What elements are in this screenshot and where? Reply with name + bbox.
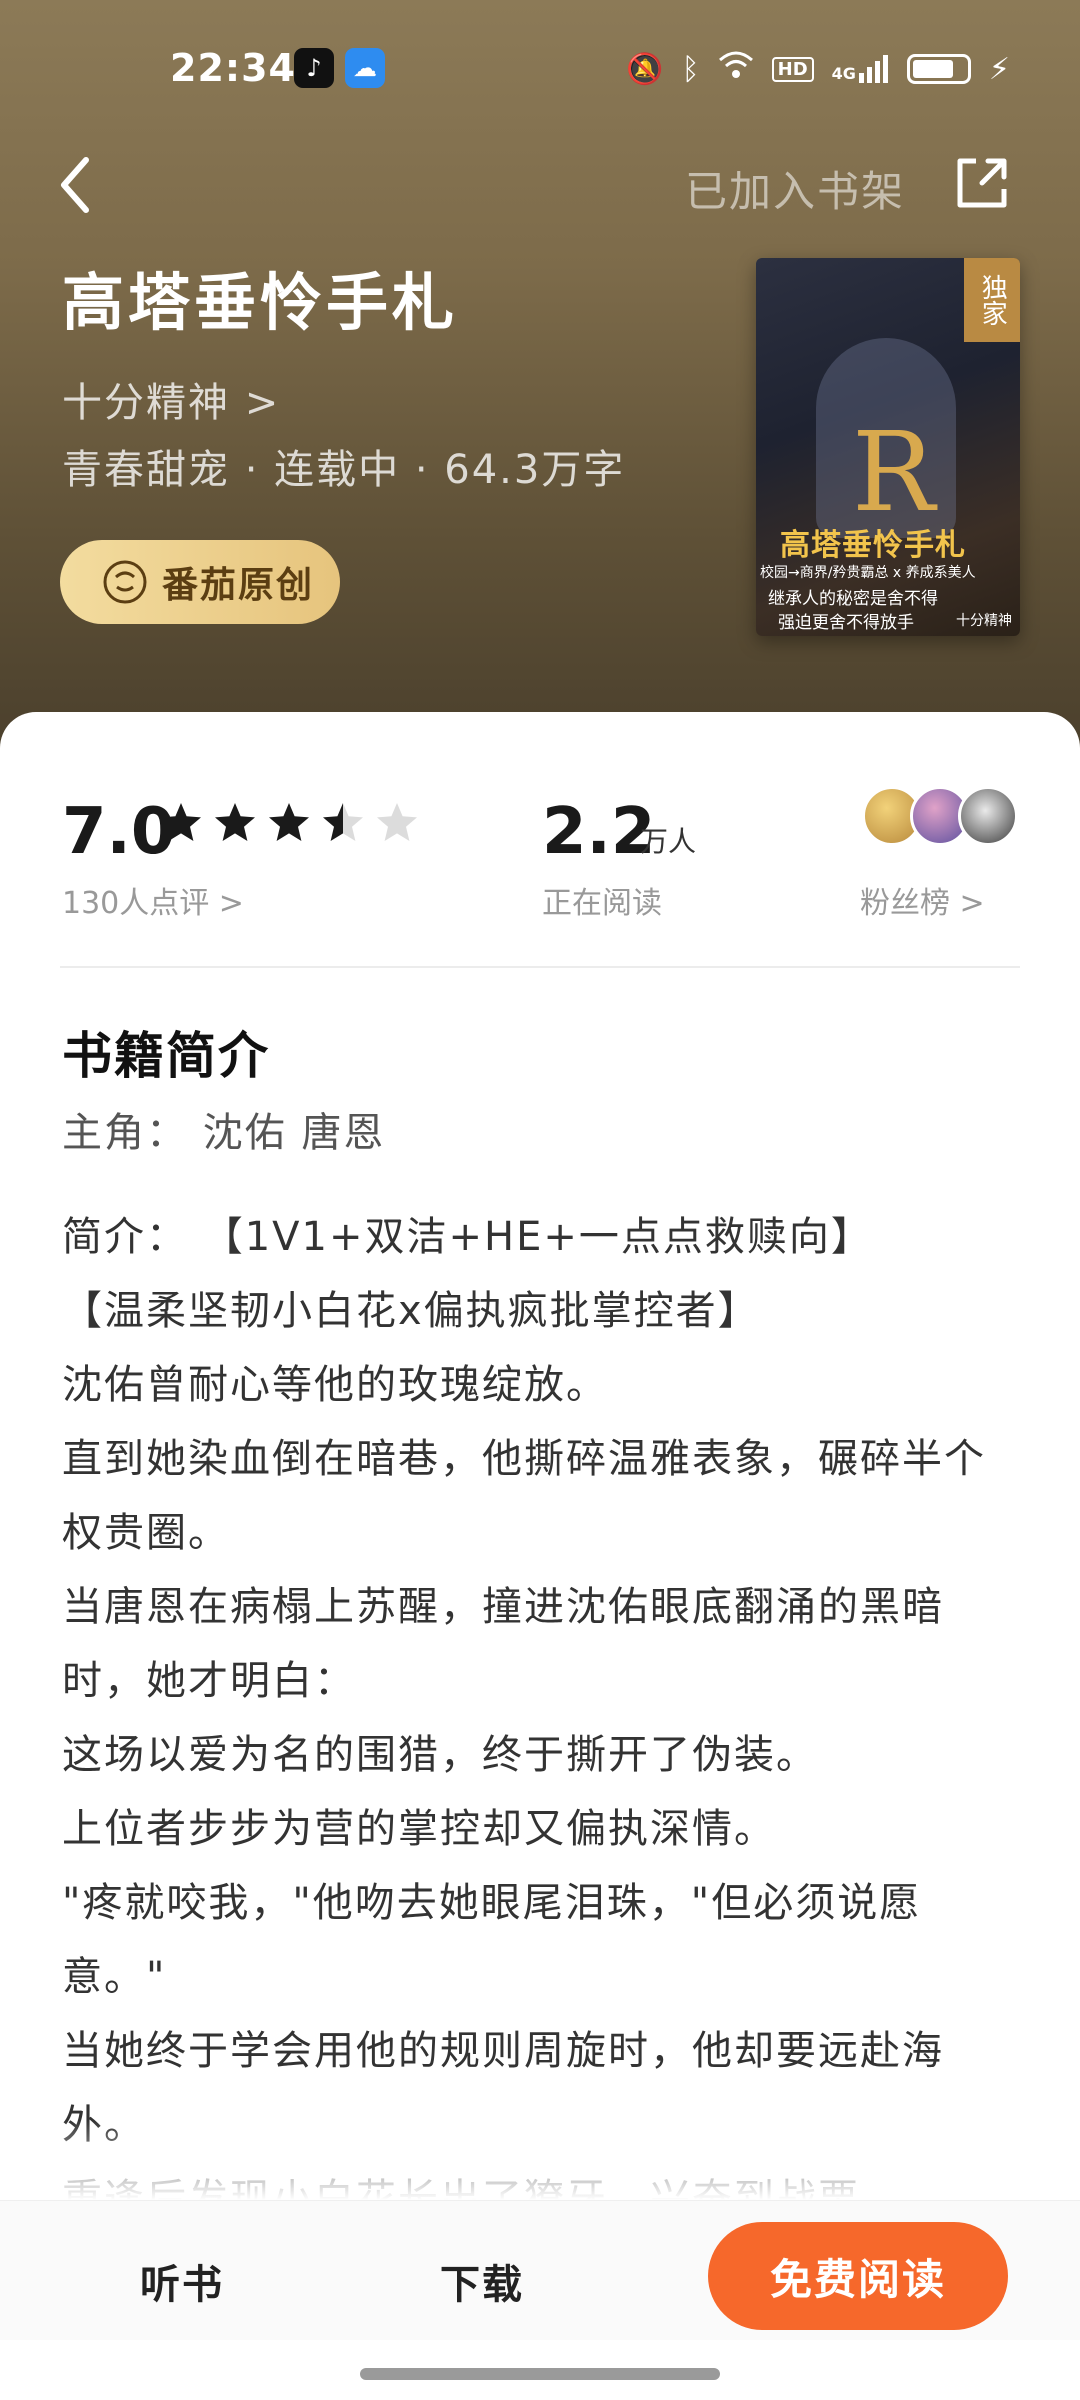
rating-stars — [158, 800, 420, 846]
readers-label: 正在阅读 — [542, 886, 662, 921]
home-indicator[interactable] — [360, 2368, 720, 2380]
status-time: 22:34 — [170, 46, 296, 90]
status-bar: 22:34 ♪ ☁ 🔕 ᛒ HD 4G ⚡ — [0, 40, 1080, 100]
synopsis-line: 【温柔坚韧小白花x偏执疯批掌控者】 — [62, 1288, 760, 1334]
rating-count-link[interactable]: 130人点评 > — [62, 878, 244, 922]
chevron-left-icon — [61, 157, 89, 213]
status-icons: 🔕 ᛒ HD 4G ⚡ — [626, 50, 1010, 88]
book-cover[interactable]: R 独家 高塔垂怜手札 校园→商界/矜贵霸总 x 养成系美人 继承人的秘密是舍不… — [756, 258, 1020, 636]
cover-author: 十分精神 — [956, 613, 1012, 629]
network-type: 4G — [831, 64, 856, 83]
listen-button[interactable]: 听书 — [140, 2252, 224, 2310]
wifi-icon — [718, 50, 754, 88]
fans-ranking-link[interactable]: 粉丝榜 > — [860, 878, 985, 922]
signal-icon: 4G — [832, 55, 889, 83]
text-fade — [0, 2120, 1080, 2200]
cover-tagline-3: 强迫更舍不得放手 — [778, 613, 914, 633]
cover-title: 高塔垂怜手札 — [780, 528, 966, 563]
free-read-button[interactable]: 免费阅读 — [708, 2222, 1008, 2330]
exclusive-tag: 独家 — [964, 258, 1020, 342]
star-icon — [161, 803, 201, 841]
divider — [60, 966, 1020, 968]
share-icon — [957, 158, 1007, 208]
readers-unit: 万人 — [640, 825, 697, 858]
star-icon — [323, 803, 363, 841]
back-button[interactable] — [52, 150, 102, 220]
readers-count: 2.2 — [542, 795, 656, 869]
tomato-original-icon — [103, 560, 147, 604]
synopsis-line: "疼就咬我，"他吻去她眼尾泪珠，"但必须说愿意。" — [62, 1880, 922, 2000]
author-link[interactable]: 十分精神 > — [62, 370, 280, 428]
badge-label: 番茄原创 — [162, 565, 315, 606]
charging-icon: ⚡ — [988, 51, 1010, 87]
section-title: 书籍简介 — [62, 1027, 270, 1085]
star-icon — [269, 803, 309, 841]
tiktok-icon: ♪ — [294, 48, 334, 88]
avatar — [958, 786, 1018, 846]
synopsis: 简介： 【1V1+双洁+HE+一点点救赎向】 【温柔坚韧小白花x偏执疯批掌控者】沈… — [62, 1200, 1022, 2236]
synopsis-line: 直到她染血倒在暗巷，他撕碎温雅表象，碾碎半个权贵圈。 — [62, 1436, 986, 1556]
synopsis-line: 简介： 【1V1+双洁+HE+一点点救赎向】 — [62, 1214, 873, 1260]
synopsis-line: 这场以爱为名的围猎，终于撕开了伪装。 — [62, 1732, 818, 1778]
exclusive-label: 独家 — [977, 274, 1008, 326]
book-title: 高塔垂怜手札 — [62, 266, 459, 339]
hd-badge: HD — [771, 56, 814, 82]
cover-tagline-2: 继承人的秘密是舍不得 — [768, 589, 938, 609]
star-icon — [215, 803, 255, 841]
fan-avatars[interactable] — [862, 786, 1022, 846]
cover-letter: R — [852, 408, 935, 536]
weather-icon: ☁ — [345, 48, 385, 88]
synopsis-line: 上位者步步为营的掌控却又偏执深情。 — [62, 1806, 776, 1852]
battery-icon — [906, 54, 971, 84]
synopsis-line: 当唐恩在病榻上苏醒，撞进沈佑眼底翻涌的黑暗时，她才明白： — [62, 1584, 944, 1704]
synopsis-line: 沈佑曾耐心等他的玫瑰绽放。 — [62, 1362, 608, 1408]
star-icon — [377, 803, 417, 841]
lead-characters: 主角： 沈佑 唐恩 — [62, 1110, 386, 1156]
shelf-status[interactable]: 已加入书架 — [685, 158, 905, 219]
bluetooth-icon: ᛒ — [681, 51, 700, 87]
book-meta: 青春甜宠 · 连载中 · 64.3万字 — [62, 447, 626, 493]
share-button[interactable] — [952, 153, 1012, 213]
cover-tagline-1: 校园→商界/矜贵霸总 x 养成系美人 — [760, 565, 976, 581]
mute-icon: 🔕 — [626, 51, 664, 87]
download-button[interactable]: 下载 — [440, 2252, 524, 2310]
original-badge[interactable]: 番茄原创 — [60, 540, 340, 624]
